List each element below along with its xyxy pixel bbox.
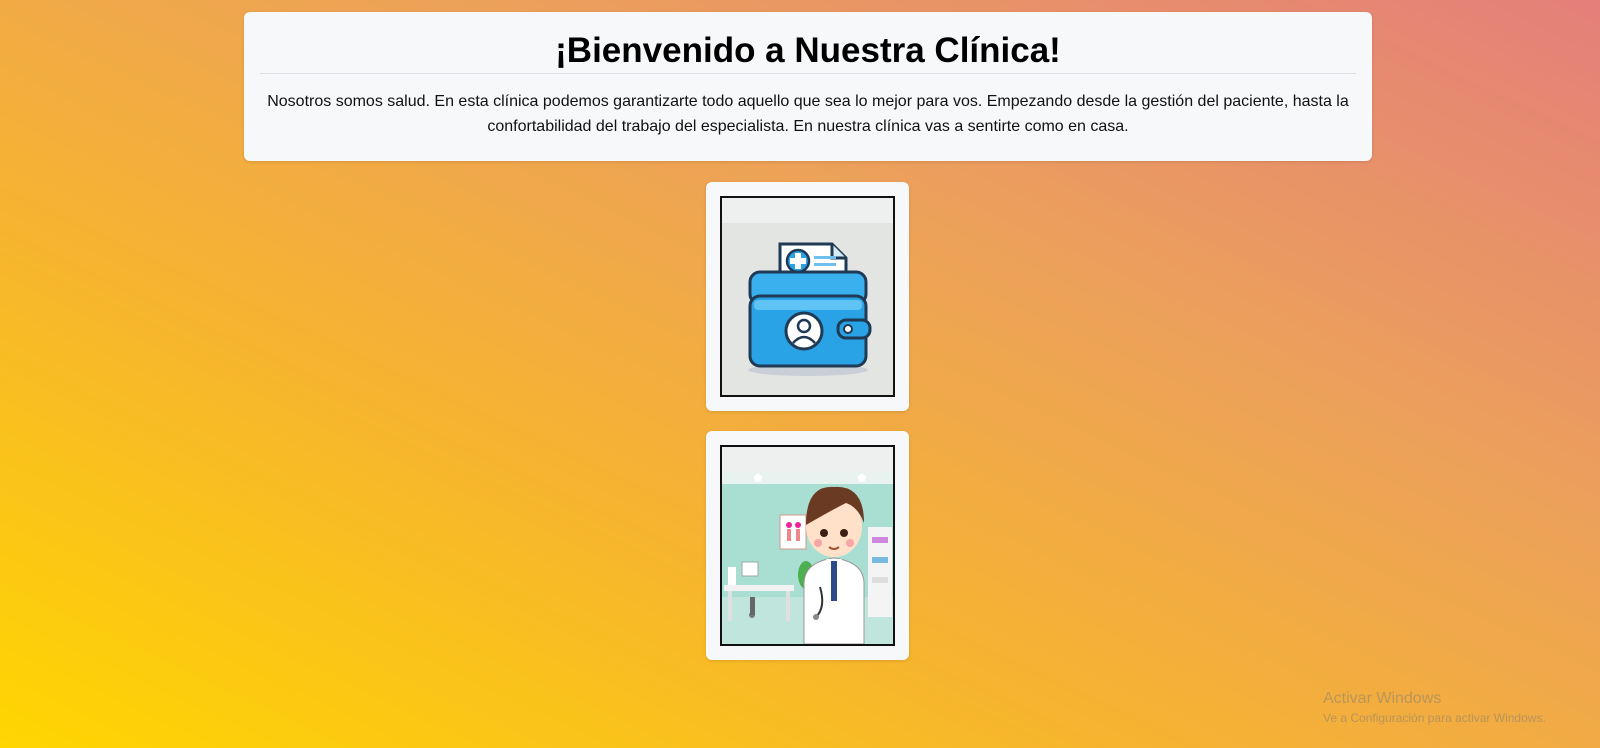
doctor-illustration [722, 447, 893, 644]
welcome-description: Nosotros somos salud. En esta clínica po… [267, 93, 1349, 135]
title-divider [260, 73, 1356, 74]
patient-record-wallet-icon [722, 198, 893, 395]
watermark-title: Activar Windows [1323, 690, 1442, 707]
welcome-card: ¡Bienvenido a Nuestra Clínica! Nosotros … [244, 12, 1372, 161]
specialist-image[interactable] [720, 445, 895, 646]
specialist-card[interactable] [706, 431, 909, 660]
patient-management-image[interactable] [720, 196, 895, 397]
watermark-subtitle: Ve a Configuración para activar Windows. [1323, 711, 1546, 725]
page-title: ¡Bienvenido a Nuestra Clínica! [555, 31, 1061, 70]
windows-activation-watermark: Activar Windows Ve a Configuración para … [1323, 690, 1546, 726]
patient-management-card[interactable] [706, 182, 909, 411]
